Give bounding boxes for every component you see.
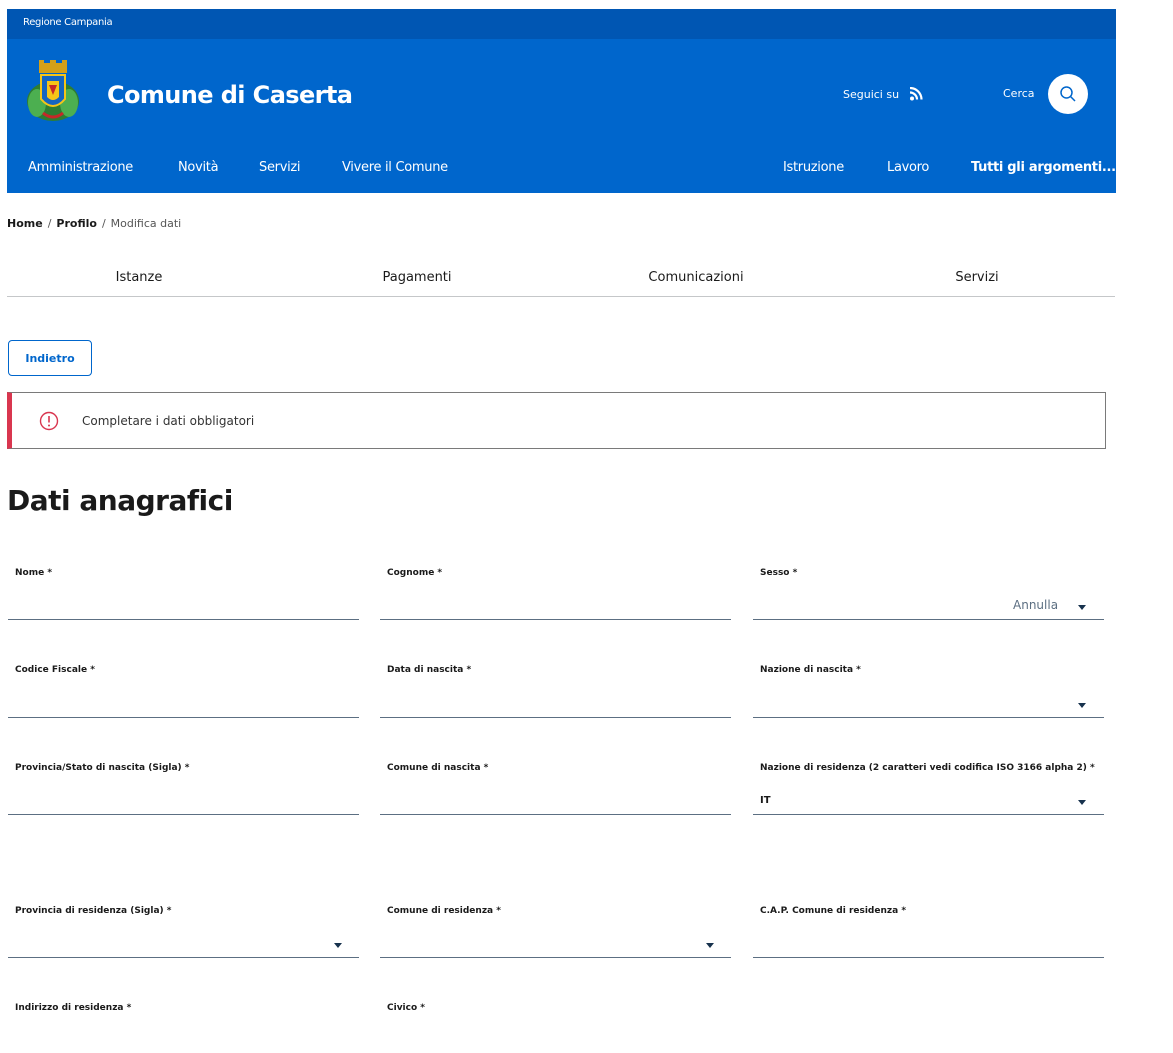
field-label: C.A.P. Comune di residenza * [760, 906, 907, 916]
rss-icon[interactable] [909, 87, 925, 101]
field-label: Civico * [387, 1003, 425, 1013]
nav-item-vivere-il-comune[interactable]: Vivere il Comune [342, 160, 448, 175]
breadcrumb: Home / Profilo / Modifica dati [7, 217, 181, 230]
field-label: Cognome * [387, 568, 443, 578]
search-button[interactable] [1048, 74, 1088, 114]
field-underline [753, 619, 1104, 620]
field-label: Comune di residenza * [387, 906, 501, 916]
field-underline [8, 619, 359, 620]
social-links: Seguici su [843, 87, 925, 101]
nav-item-lavoro[interactable]: Lavoro [887, 160, 929, 175]
field-underline [8, 957, 359, 958]
field-underline [380, 814, 731, 815]
select-comune-residenza[interactable]: Comune di residenza * [380, 906, 731, 958]
caret-down-icon [1078, 605, 1086, 610]
field-underline [380, 717, 731, 718]
field-label: Indirizzo di residenza * [15, 1003, 132, 1013]
field-codice-fiscale[interactable]: Codice Fiscale * [8, 665, 359, 718]
tab-comunicazioni[interactable]: Comunicazioni [648, 270, 743, 285]
caret-down-icon [1078, 800, 1086, 805]
tab-istanze[interactable]: Istanze [116, 270, 163, 285]
field-underline [753, 814, 1104, 815]
field-label: Provincia/Stato di nascita (Sigla) * [15, 763, 190, 773]
field-cognome[interactable]: Cognome * [380, 568, 731, 620]
select-nazione-nascita[interactable]: Nazione di nascita * [753, 665, 1104, 718]
field-label: Nazione di nascita * [760, 665, 861, 675]
nav-item-novita[interactable]: Novità [178, 160, 219, 175]
select-nazione-residenza[interactable]: Nazione di residenza (2 caratteri vedi c… [753, 763, 1104, 815]
field-label: Codice Fiscale * [15, 665, 95, 675]
main-navbar: Amministrazione Novità Servizi Vivere il… [7, 149, 1116, 193]
breadcrumb-separator: / [47, 217, 52, 230]
site-title[interactable]: Comune di Caserta [107, 81, 353, 109]
field-underline [8, 717, 359, 718]
caret-down-icon [706, 943, 714, 948]
field-label: Nome * [15, 568, 53, 578]
caret-down-icon [334, 943, 342, 948]
field-data-nascita[interactable]: Data di nascita * [380, 665, 731, 718]
field-label: Data di nascita * [387, 665, 472, 675]
field-provincia-nascita[interactable]: Provincia/Stato di nascita (Sigla) * [8, 763, 359, 815]
field-underline [380, 957, 731, 958]
center-header: Comune di Caserta Seguici su Cerca [7, 39, 1116, 149]
coat-of-arms-logo[interactable] [25, 59, 81, 125]
tab-servizi[interactable]: Servizi [955, 270, 998, 285]
field-indirizzo-residenza[interactable]: Indirizzo di residenza * [8, 1003, 359, 1053]
field-underline [753, 717, 1104, 718]
nav-item-istruzione[interactable]: Istruzione [783, 160, 844, 175]
field-label: Sesso * [760, 568, 798, 578]
field-nome[interactable]: Nome * [8, 568, 359, 620]
breadcrumb-home[interactable]: Home [7, 217, 43, 230]
field-underline [753, 957, 1104, 958]
breadcrumb-separator: / [101, 217, 106, 230]
field-cap-residenza[interactable]: C.A.P. Comune di residenza * [753, 906, 1104, 958]
field-underline [380, 619, 731, 620]
select-sesso[interactable]: Sesso * Annulla [753, 568, 1104, 620]
nav-item-servizi[interactable]: Servizi [259, 160, 301, 175]
slim-header: Regione Campania [7, 9, 1116, 39]
field-comune-nascita[interactable]: Comune di nascita * [380, 763, 731, 815]
field-label: Provincia di residenza (Sigla) * [15, 906, 172, 916]
breadcrumb-current: Modifica dati [110, 217, 182, 230]
search-label: Cerca [1003, 87, 1035, 100]
caret-down-icon [1078, 703, 1086, 708]
social-label: Seguici su [843, 87, 900, 101]
select-value: Annulla [1013, 598, 1059, 612]
field-underline [8, 814, 359, 815]
nav-item-amministrazione[interactable]: Amministrazione [28, 160, 133, 175]
select-provincia-residenza[interactable]: Provincia di residenza (Sigla) * [8, 906, 359, 958]
region-link[interactable]: Regione Campania [23, 17, 113, 28]
exclamation-circle-icon [39, 411, 59, 431]
field-label: Nazione di residenza (2 caratteri vedi c… [760, 763, 1095, 773]
select-value: IT [760, 795, 771, 806]
field-label: Comune di nascita * [387, 763, 489, 773]
section-title: Dati anagrafici [7, 484, 233, 517]
nav-item-tutti-gli-argomenti[interactable]: Tutti gli argomenti... [971, 160, 1116, 175]
field-civico[interactable]: Civico * [380, 1003, 731, 1053]
tab-pagamenti[interactable]: Pagamenti [382, 270, 451, 285]
back-button[interactable]: Indietro [8, 340, 92, 376]
breadcrumb-profile[interactable]: Profilo [56, 217, 97, 230]
alert-danger: Completare i dati obbligatori [7, 392, 1106, 449]
alert-text: Completare i dati obbligatori [82, 414, 255, 428]
search-icon [1060, 86, 1076, 102]
profile-tabs: Istanze Pagamenti Comunicazioni Servizi [7, 262, 1115, 297]
